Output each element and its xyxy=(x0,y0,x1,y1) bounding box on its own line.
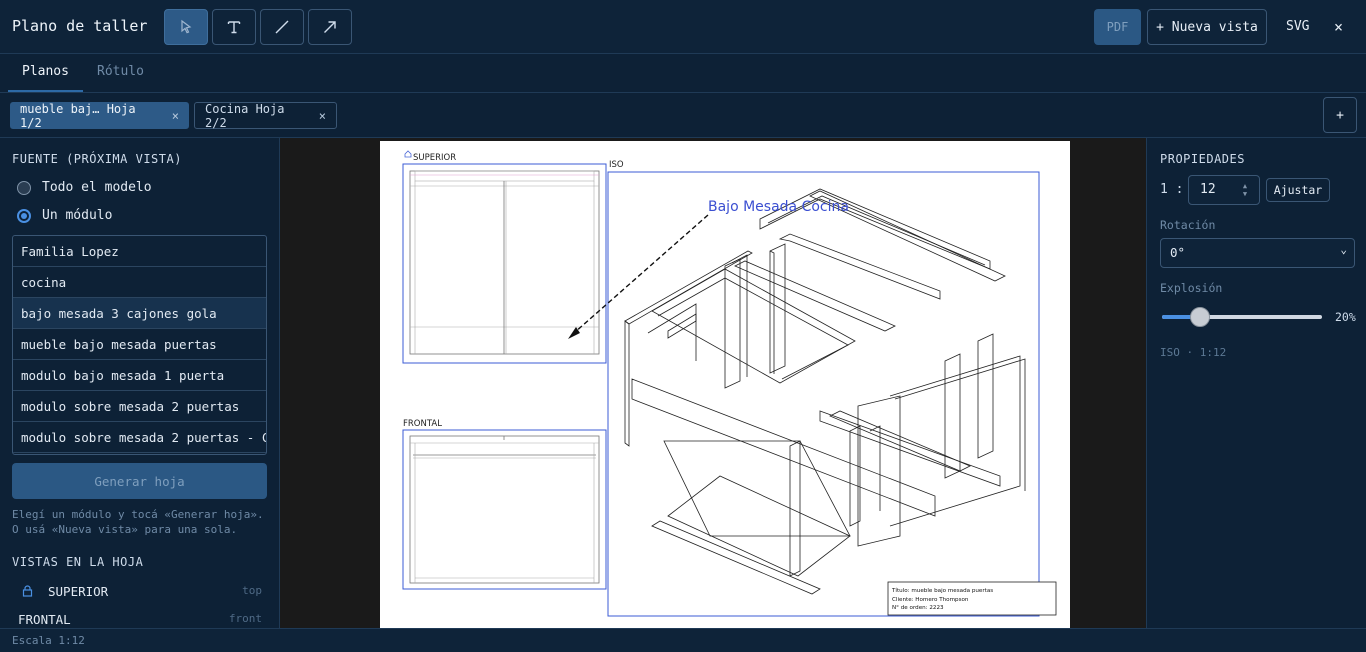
status-text: Escala 1:12 xyxy=(12,634,85,647)
radio-whole-model[interactable]: Todo el modelo xyxy=(17,180,152,195)
hint-line: O usá «Nueva vista» para una sola. xyxy=(12,523,238,536)
list-item[interactable]: mueble bajo mesada puertas xyxy=(13,329,266,360)
view-frontal[interactable]: FRONTAL xyxy=(402,419,607,590)
line-icon xyxy=(275,20,289,34)
annotation-text[interactable]: Bajo Mesada Cocina xyxy=(708,199,849,215)
sheet-tab-1[interactable]: mueble baj… Hoja 1/2 × xyxy=(10,101,189,130)
new-view-button[interactable]: + Nueva vista xyxy=(1147,9,1267,45)
radio-one-module[interactable]: Un módulo xyxy=(17,208,112,223)
view-label-superior: SUPERIOR xyxy=(413,153,456,163)
views-section-title: VISTAS EN LA HOJA xyxy=(12,555,144,569)
scale-prefix: 1 : xyxy=(1160,182,1184,197)
line-tool-button[interactable] xyxy=(260,9,304,45)
text-icon xyxy=(227,21,241,34)
tab-planos[interactable]: Planos xyxy=(22,64,69,79)
view-code: top xyxy=(242,584,262,597)
explosion-label: Explosión xyxy=(1160,281,1223,295)
arrow-icon xyxy=(324,21,336,33)
pdf-button[interactable]: PDF xyxy=(1094,9,1141,45)
tab-rotulo[interactable]: Rótulo xyxy=(97,64,144,79)
adjust-button[interactable]: Ajustar xyxy=(1266,178,1330,202)
main-tabs: Planos Rótulo xyxy=(0,54,1366,93)
sheet-tab-label: mueble baj… Hoja 1/2 xyxy=(20,101,136,130)
svg-export-button[interactable]: SVG xyxy=(1286,19,1309,34)
sheet-tab-2[interactable]: Cocina Hoja 2/2 × xyxy=(194,101,337,130)
sheet-tab-label: Cocina Hoja 2/2 xyxy=(205,101,285,130)
properties-panel: PROPIEDADES 1 : 12 ▲ ▼ Ajustar Rotación 0… xyxy=(1146,138,1366,628)
list-item[interactable]: cocina xyxy=(13,267,266,298)
close-icon[interactable]: × xyxy=(319,109,326,123)
scale-value: 12 xyxy=(1200,182,1216,197)
list-item[interactable]: modulo sobre mesada 2 puertas - Copy xyxy=(13,422,266,453)
drawing-canvas[interactable]: SUPERIOR FRONTAL ISO Bajo Mesada Cocina … xyxy=(280,138,1146,628)
app-title: Plano de taller xyxy=(12,17,148,35)
radio-label: Un módulo xyxy=(42,208,113,223)
top-toolbar: Plano de taller PDF + Nueva vista SVG × xyxy=(0,0,1366,54)
rotation-select[interactable]: 0° ⌄ xyxy=(1160,238,1355,268)
rotation-value: 0° xyxy=(1170,245,1186,260)
view-iso[interactable]: ISO Bajo Mesada Cocina Título: mueble ba… xyxy=(568,160,1057,617)
radio-off-icon xyxy=(17,180,31,195)
left-panel: FUENTE (PRÓXIMA VISTA) Todo el modelo Un… xyxy=(0,138,280,628)
list-item[interactable]: modulo bajo mesada 1 puerta xyxy=(13,360,266,391)
stepper-icon[interactable]: ▲ ▼ xyxy=(1239,182,1251,198)
view-code: front xyxy=(228,612,262,625)
hint-text: Elegí un módulo y tocá «Generar hoja». O… xyxy=(12,507,272,537)
text-tool-button[interactable] xyxy=(212,9,256,45)
titleblock-line: Cliente: Homero Thompson xyxy=(892,597,969,603)
properties-title: PROPIEDADES xyxy=(1160,152,1245,166)
source-section-title: FUENTE (PRÓXIMA VISTA) xyxy=(12,152,182,166)
sheet-drawing: SUPERIOR FRONTAL ISO Bajo Mesada Cocina … xyxy=(402,150,1057,617)
sheet-tabs-bar: mueble baj… Hoja 1/2 × Cocina Hoja 2/2 ×… xyxy=(0,93,1366,138)
drawing-sheet[interactable]: SUPERIOR FRONTAL ISO Bajo Mesada Cocina … xyxy=(380,141,1070,628)
hint-line: Elegí un módulo y tocá «Generar hoja». xyxy=(12,508,264,521)
add-sheet-button[interactable]: + xyxy=(1323,97,1357,133)
module-list: Familia Lopez cocina bajo mesada 3 cajon… xyxy=(12,235,267,455)
rotation-label: Rotación xyxy=(1160,218,1216,232)
list-item[interactable]: Familia Lopez xyxy=(13,236,266,267)
lock-icon[interactable] xyxy=(22,585,33,597)
arrow-tool-button[interactable] xyxy=(308,9,352,45)
list-item[interactable]: modulo sobre mesada 2 puertas xyxy=(13,391,266,422)
select-tool-button[interactable] xyxy=(164,9,208,45)
titleblock-line: N° de orden: 2223 xyxy=(892,605,944,611)
titleblock-line: Título: mueble bajo mesada puertas xyxy=(891,587,993,594)
scale-input[interactable]: 12 ▲ ▼ xyxy=(1188,175,1260,205)
chevron-down-icon: ⌄ xyxy=(1340,243,1347,256)
view-label: SUPERIOR xyxy=(48,584,109,599)
close-button[interactable]: × xyxy=(1334,18,1343,36)
explosion-slider[interactable] xyxy=(1162,307,1322,327)
radio-label: Todo el modelo xyxy=(42,180,152,195)
view-label: FRONTAL xyxy=(18,612,71,627)
view-meta-text: ISO · 1:12 xyxy=(1160,346,1227,359)
active-tab-indicator xyxy=(8,90,83,92)
explosion-value: 20% xyxy=(1335,310,1356,324)
view-label-iso: ISO xyxy=(609,160,624,170)
radio-on-icon xyxy=(17,208,31,223)
cursor-icon xyxy=(181,19,192,34)
list-item[interactable]: bajo mesada 3 cajones gola xyxy=(13,298,266,329)
view-label-frontal: FRONTAL xyxy=(403,419,442,429)
status-bar: Escala 1:12 xyxy=(0,628,1366,652)
slider-handle[interactable] xyxy=(1190,307,1210,327)
generate-sheet-button[interactable]: Generar hoja xyxy=(12,463,267,499)
close-icon[interactable]: × xyxy=(172,109,179,123)
